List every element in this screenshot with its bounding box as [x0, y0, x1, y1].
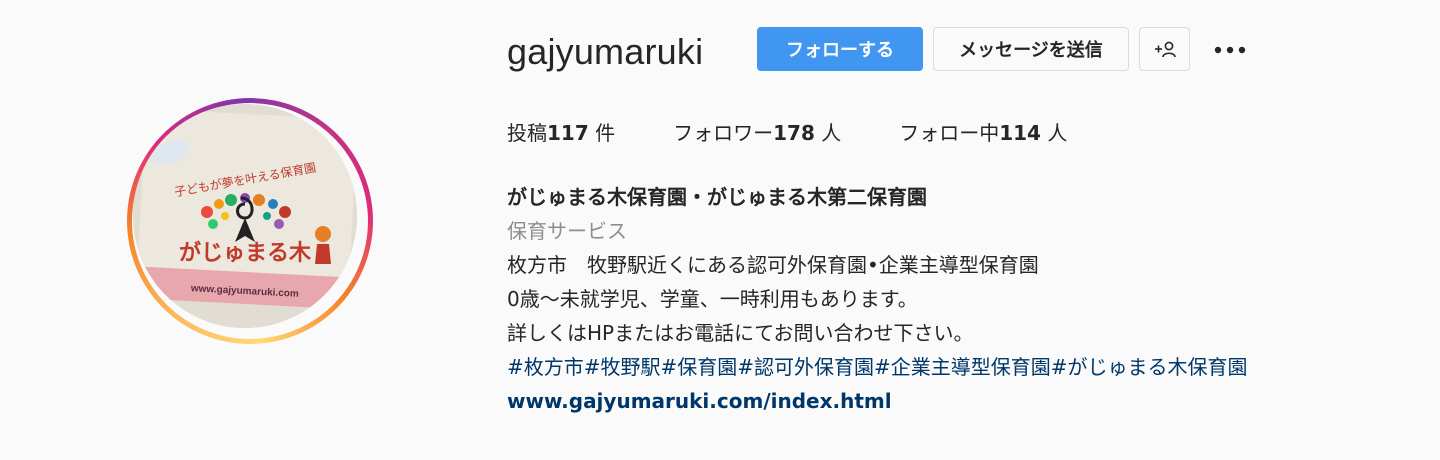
- more-options-button[interactable]: [1210, 36, 1250, 64]
- following-count-stat[interactable]: フォロー中114 人: [899, 117, 1067, 149]
- bio-hashtags[interactable]: #枚方市#牧野駅#保育園#認可外保育園#企業主導型保育園#がじゅまる木保育園: [507, 350, 1407, 384]
- avatar-story-ring[interactable]: www.gajyumaruki.com 子どもが夢を叶える保育園 がじゅまる木: [127, 98, 373, 344]
- avatar-logo-image: www.gajyumaruki.com 子どもが夢を叶える保育園 がじゅまる木: [133, 104, 357, 328]
- profile-header: www.gajyumaruki.com 子どもが夢を叶える保育園 がじゅまる木 …: [0, 0, 1440, 460]
- followers-count-stat[interactable]: フォロワー178 人: [673, 117, 841, 149]
- profile-full-name: がじゅまる木保育園・がじゅまる木第二保育園: [507, 185, 927, 209]
- more-options-icon: [1214, 46, 1246, 54]
- svg-text:がじゅまる木: がじゅまる木: [179, 240, 312, 266]
- profile-stats: 投稿117 件 フォロワー178 人 フォロー中114 人: [507, 117, 1125, 149]
- follow-button[interactable]: フォローする: [757, 27, 923, 71]
- bio-line: 詳しくはHPまたはお電話にてお問い合わせ下さい。: [507, 321, 974, 345]
- bio-line: 0歳〜未就学児、学童、一時利用もあります。: [507, 287, 918, 311]
- suggested-accounts-button[interactable]: [1139, 27, 1190, 71]
- username: gajyumaruki: [507, 31, 704, 72]
- avatar[interactable]: www.gajyumaruki.com 子どもが夢を叶える保育園 がじゅまる木: [133, 104, 357, 328]
- send-message-button[interactable]: メッセージを送信: [933, 27, 1129, 71]
- website-link[interactable]: www.gajyumaruki.com/index.html: [507, 384, 1407, 418]
- bio-line: 枚方市 牧野駅近くにある認可外保育園•企業主導型保育園: [507, 253, 1039, 277]
- add-person-icon: [1154, 41, 1176, 58]
- profile-category: 保育サービス: [507, 219, 627, 243]
- profile-bio: がじゅまる木保育園・がじゅまる木第二保育園 保育サービス 枚方市 牧野駅近くにあ…: [507, 180, 1407, 418]
- posts-count-stat: 投稿117 件: [507, 121, 616, 145]
